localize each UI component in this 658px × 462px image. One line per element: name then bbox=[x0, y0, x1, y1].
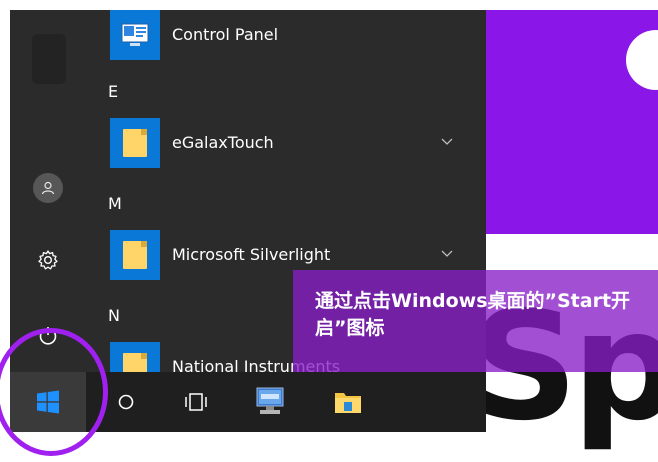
purple-live-tile[interactable] bbox=[486, 10, 658, 234]
user-account-button[interactable] bbox=[33, 173, 63, 203]
gear-icon bbox=[38, 250, 58, 270]
start-button[interactable] bbox=[10, 372, 86, 432]
app-label: Microsoft Silverlight bbox=[172, 245, 331, 264]
file-explorer-button[interactable] bbox=[330, 384, 366, 420]
tile-circle-graphic bbox=[626, 30, 658, 90]
screenshot: Sp bbox=[0, 0, 658, 462]
control-panel-icon bbox=[121, 23, 149, 46]
section-letter-m[interactable]: M bbox=[108, 194, 122, 214]
settings-button[interactable] bbox=[34, 246, 62, 274]
file-explorer-icon bbox=[335, 393, 361, 413]
app-item-control-panel[interactable]: Control Panel bbox=[88, 10, 486, 62]
app-item-egalaxtouch[interactable]: eGalaxTouch bbox=[88, 118, 486, 170]
network-computer-icon bbox=[256, 387, 284, 414]
app-label: eGalaxTouch bbox=[172, 133, 274, 152]
app-label: Control Panel bbox=[172, 25, 279, 44]
user-icon bbox=[41, 181, 55, 195]
app-tile bbox=[110, 342, 160, 372]
network-app-button[interactable] bbox=[252, 384, 288, 420]
app-tile bbox=[110, 10, 160, 60]
folder-icon bbox=[123, 241, 147, 269]
task-view-button[interactable] bbox=[178, 384, 214, 420]
section-letter-n[interactable]: N bbox=[108, 306, 120, 326]
task-view-icon bbox=[185, 393, 207, 411]
annotation-callout: 通过点击Windows桌面的”Start开启”图标 bbox=[293, 270, 658, 372]
blurred-icon bbox=[32, 34, 66, 84]
chevron-down-icon[interactable] bbox=[440, 246, 454, 260]
chevron-down-icon[interactable] bbox=[440, 134, 454, 148]
folder-icon bbox=[123, 353, 147, 372]
annotation-text: 通过点击Windows桌面的”Start开启”图标 bbox=[315, 290, 631, 339]
power-button[interactable] bbox=[34, 322, 62, 350]
power-icon bbox=[39, 327, 57, 345]
taskbar bbox=[10, 372, 486, 432]
section-letter-e[interactable]: E bbox=[108, 82, 118, 102]
folder-icon bbox=[123, 129, 147, 157]
search-button[interactable] bbox=[108, 384, 144, 420]
start-menu-rail bbox=[10, 10, 88, 372]
app-tile bbox=[110, 230, 160, 280]
search-circle-icon bbox=[118, 394, 134, 410]
app-tile bbox=[110, 118, 160, 168]
windows-logo-icon bbox=[37, 390, 59, 414]
